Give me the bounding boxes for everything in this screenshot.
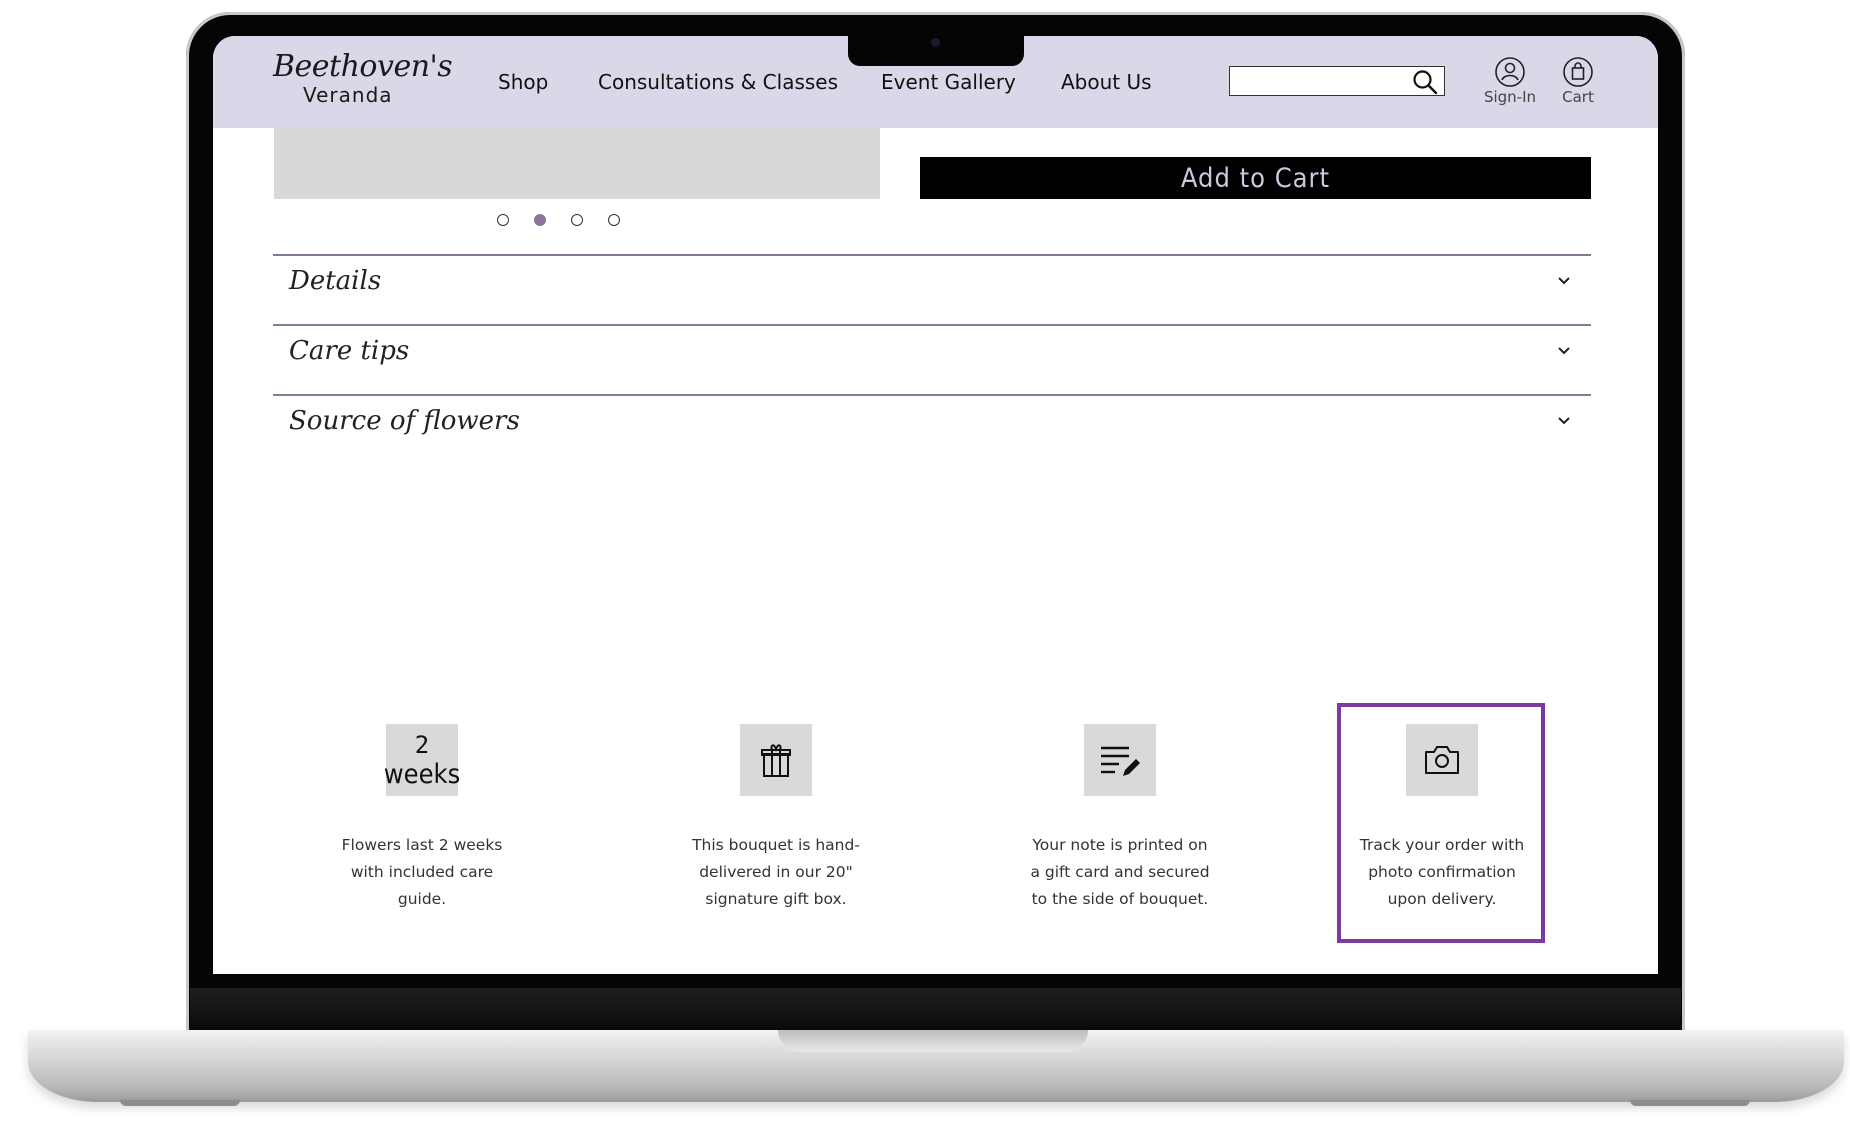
logo-sub: Veranda [303,83,393,107]
accordion-title: Care tips [289,336,410,366]
cart-label: Cart [1562,88,1594,106]
desc-line: Flowers last 2 weeks [341,836,503,854]
gift-box-icon [761,744,791,777]
cart-button[interactable]: Cart [1553,56,1603,106]
desc-line: signature gift box. [705,890,847,908]
note-tile [1084,724,1156,796]
carousel-dot-3[interactable] [571,214,583,226]
logo-script: Beethoven's [273,49,453,84]
feature-longevity: 2 weeks Flowers last 2 weeks with includ… [317,724,527,913]
feature-gift-box: This bouquet is hand- delivered in our 2… [671,724,881,913]
chevron-down-icon [1558,277,1570,285]
laptop-hinge [190,988,1681,1030]
sign-in-label: Sign-In [1483,88,1537,106]
accordion-title: Source of flowers [289,406,520,436]
accordion-care-tips[interactable]: Care tips [273,324,1591,394]
feature-description: Your note is printed on a gift card and … [1015,832,1225,913]
accordion-source-of-flowers[interactable]: Source of flowers [273,394,1591,464]
nav-event-gallery[interactable]: Event Gallery [881,70,1016,94]
note-edit-icon [1101,746,1140,776]
accordion-title: Details [289,266,382,296]
nav-about-us[interactable]: About Us [1061,70,1152,94]
desc-line: with included care [350,863,494,881]
sign-in-button[interactable]: Sign-In [1475,56,1545,106]
add-to-cart-button[interactable]: Add to Cart [920,157,1591,199]
desc-line: delivered in our 20" [699,863,853,881]
badge-text: weeks [383,759,461,790]
camera-lens-icon [931,38,940,47]
gift-box-tile [740,724,812,796]
laptop-foot-left [120,1100,240,1106]
chevron-down-icon [1558,417,1570,425]
carousel-dot-2[interactable] [534,214,546,226]
user-icon [1495,57,1525,87]
two-weeks-badge: 2 weeks [383,724,461,796]
badge-number: 2 [414,731,430,759]
site-logo[interactable]: Beethoven's Veranda [273,49,453,107]
carousel-dot-1[interactable] [497,214,509,226]
nav-consultations-classes[interactable]: Consultations & Classes [598,70,838,94]
feature-gift-note: Your note is printed on a gift card and … [1015,724,1225,913]
nav-shop[interactable]: Shop [498,70,548,94]
shopping-bag-icon [1563,57,1593,87]
feature-description: This bouquet is hand- delivered in our 2… [671,832,881,913]
desc-line: guide. [397,890,447,908]
search-icon[interactable] [1412,69,1438,95]
screen: Beethoven's Veranda Shop Consultations &… [213,36,1658,974]
carousel-dot-4[interactable] [608,214,620,226]
desc-line: This bouquet is hand- [692,836,860,854]
desc-line: to the side of bouquet. [1031,890,1209,908]
laptop-mockup: Beethoven's Veranda Shop Consultations &… [0,0,1850,1124]
desc-line: a gift card and secured [1030,863,1210,881]
search-bar [1229,66,1445,96]
desc-line: Your note is printed on [1032,836,1208,854]
search-input[interactable] [1234,69,1408,93]
product-image[interactable] [274,128,880,199]
laptop-foot-right [1630,1100,1750,1106]
feature-description: Flowers last 2 weeks with included care … [317,832,527,913]
feature-highlight-frame [1337,703,1545,943]
chevron-down-icon [1558,347,1570,355]
accordion-details[interactable]: Details [273,254,1591,324]
laptop-base-notch [778,1030,1088,1052]
